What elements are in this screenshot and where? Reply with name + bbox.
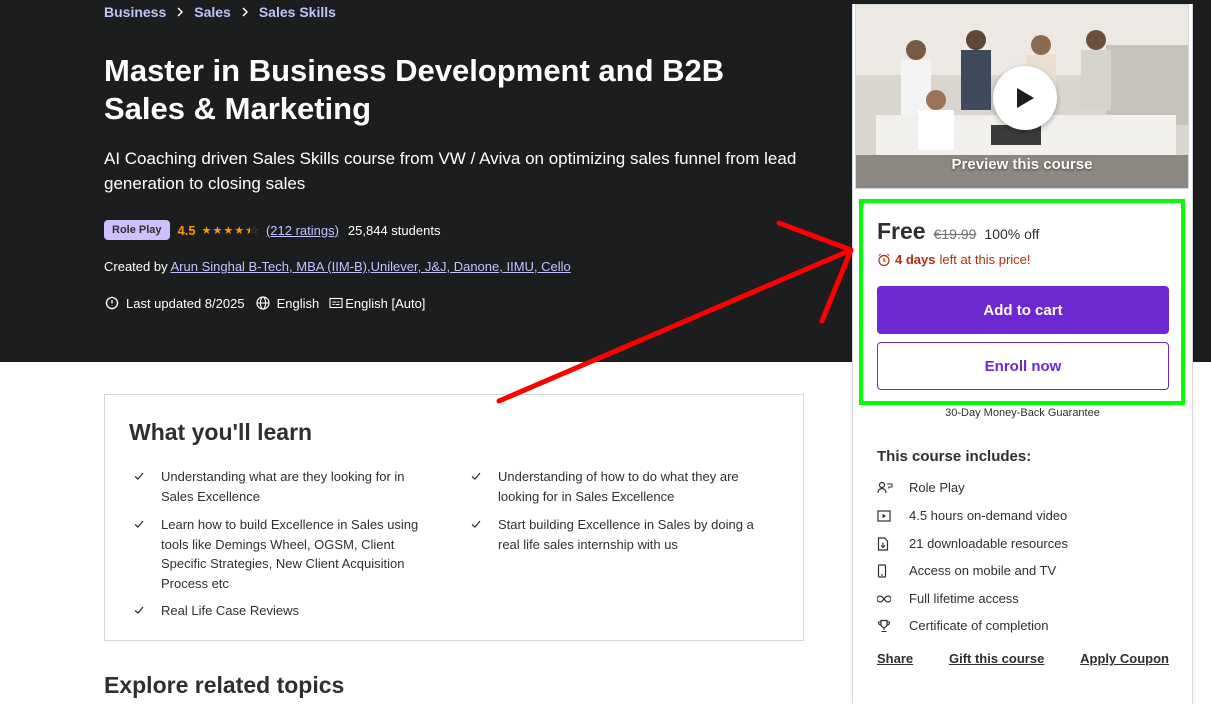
- learn-item: Real Life Case Reviews: [129, 601, 439, 622]
- includes-title: This course includes:: [877, 448, 1032, 465]
- rating-row: Role Play 4.5 ★★★★★☆ (212 ratings) 25,84…: [104, 220, 440, 240]
- rating-value: 4.5: [177, 222, 196, 238]
- learn-item-text: Start building Excellence in Sales by do…: [498, 517, 754, 552]
- add-to-cart-button[interactable]: Add to cart: [877, 286, 1169, 334]
- price-timer: 4 days left at this price!: [877, 252, 1031, 267]
- captions-icon: [329, 297, 343, 309]
- learn-item: Understanding of how to do what they are…: [466, 467, 776, 506]
- breadcrumb-sales[interactable]: Sales: [194, 4, 231, 20]
- include-item: 21 downloadable resources: [877, 536, 1068, 551]
- check-icon: [466, 467, 498, 506]
- mobile-icon: [877, 563, 909, 578]
- author-link[interactable]: Arun Singhal B-Tech, MBA (IIM-B),Unileve…: [171, 259, 571, 274]
- infinity-icon: [877, 594, 909, 603]
- share-link[interactable]: Share: [877, 651, 913, 666]
- learn-item-text: Real Life Case Reviews: [161, 603, 300, 618]
- current-price: Free: [877, 218, 926, 244]
- created-by-label: Created by: [104, 259, 168, 274]
- learn-item-text: Understanding of how to do what they are…: [498, 469, 739, 504]
- include-item: Certificate of completion: [877, 618, 1048, 633]
- explore-related-topics-heading: Explore related topics: [104, 672, 345, 698]
- what-youll-learn: What you'll learn Understanding what are…: [104, 394, 804, 641]
- last-updated: Last updated 8/2025: [126, 295, 245, 311]
- include-label: 21 downloadable resources: [909, 536, 1068, 551]
- timer-text: left at this price!: [939, 252, 1031, 267]
- include-item: Access on mobile and TV: [877, 563, 1056, 578]
- course-subtitle: AI Coaching driven Sales Skills course f…: [104, 149, 797, 193]
- preview-label: Preview this course: [951, 156, 1093, 173]
- purchase-sidebar: Preview this course Free €19.99 100% off…: [852, 4, 1193, 704]
- include-label: Full lifetime access: [909, 591, 1019, 606]
- enroll-now-button[interactable]: Enroll now: [877, 342, 1169, 390]
- check-icon: [129, 467, 161, 506]
- breadcrumb-sales-skills[interactable]: Sales Skills: [259, 4, 336, 20]
- chevron-right-icon: [176, 7, 184, 17]
- course-meta: Last updated 8/2025 English English [Aut…: [104, 295, 425, 311]
- course-language: English: [276, 295, 320, 311]
- check-icon: [466, 515, 498, 554]
- role-play-icon: [877, 481, 909, 495]
- learn-item: Learn how to build Excellence in Sales u…: [129, 515, 439, 593]
- created-by: Created by Arun Singhal B-Tech, MBA (IIM…: [104, 259, 571, 274]
- course-captions: English [Auto]: [345, 295, 426, 311]
- gift-course-link[interactable]: Gift this course: [949, 651, 1044, 666]
- check-icon: [129, 601, 161, 622]
- students-count: 25,844 students: [347, 222, 441, 238]
- chevron-right-icon: [241, 7, 249, 17]
- apply-coupon-link[interactable]: Apply Coupon: [1080, 651, 1169, 666]
- star-rating-icon: ★★★★★☆: [201, 224, 260, 237]
- alert-badge-icon: [104, 295, 120, 311]
- check-icon: [129, 515, 161, 593]
- include-label: Role Play: [909, 480, 965, 495]
- role-play-badge: Role Play: [104, 220, 170, 240]
- include-label: 4.5 hours on-demand video: [909, 508, 1068, 523]
- discount-percent: 100% off: [984, 226, 1040, 242]
- include-item: 4.5 hours on-demand video: [877, 508, 1067, 523]
- learn-item-text: Understanding what are they looking for …: [161, 469, 405, 504]
- timer-days: 4 days: [895, 252, 936, 267]
- include-label: Certificate of completion: [909, 618, 1049, 633]
- include-label: Access on mobile and TV: [909, 563, 1057, 578]
- breadcrumb-business[interactable]: Business: [104, 4, 166, 20]
- learn-item-text: Learn how to build Excellence in Sales u…: [161, 517, 419, 591]
- ratings-count-link[interactable]: (212 ratings): [266, 223, 339, 238]
- learn-item: Start building Excellence in Sales by do…: [466, 515, 776, 554]
- original-price: €19.99: [933, 226, 977, 242]
- learn-title: What you'll learn: [129, 419, 313, 445]
- sidebar-links: Share Gift this course Apply Coupon: [877, 651, 1169, 666]
- download-icon: [877, 536, 909, 551]
- alarm-clock-icon: [877, 253, 891, 267]
- price-row: Free €19.99 100% off: [877, 218, 1039, 245]
- course-title: Master in Business Development and B2B S…: [104, 53, 725, 126]
- include-item: Role Play: [877, 480, 965, 495]
- breadcrumb: Business Sales Sales Skills: [104, 4, 336, 20]
- globe-icon: [255, 295, 271, 311]
- money-back-guarantee: 30-Day Money-Back Guarantee: [945, 407, 1100, 419]
- trophy-icon: [877, 619, 909, 633]
- course-preview[interactable]: Preview this course: [855, 4, 1189, 189]
- include-item: Full lifetime access: [877, 591, 1019, 606]
- video-icon: [877, 509, 909, 522]
- play-icon[interactable]: [993, 66, 1057, 130]
- learn-item: Understanding what are they looking for …: [129, 467, 439, 506]
